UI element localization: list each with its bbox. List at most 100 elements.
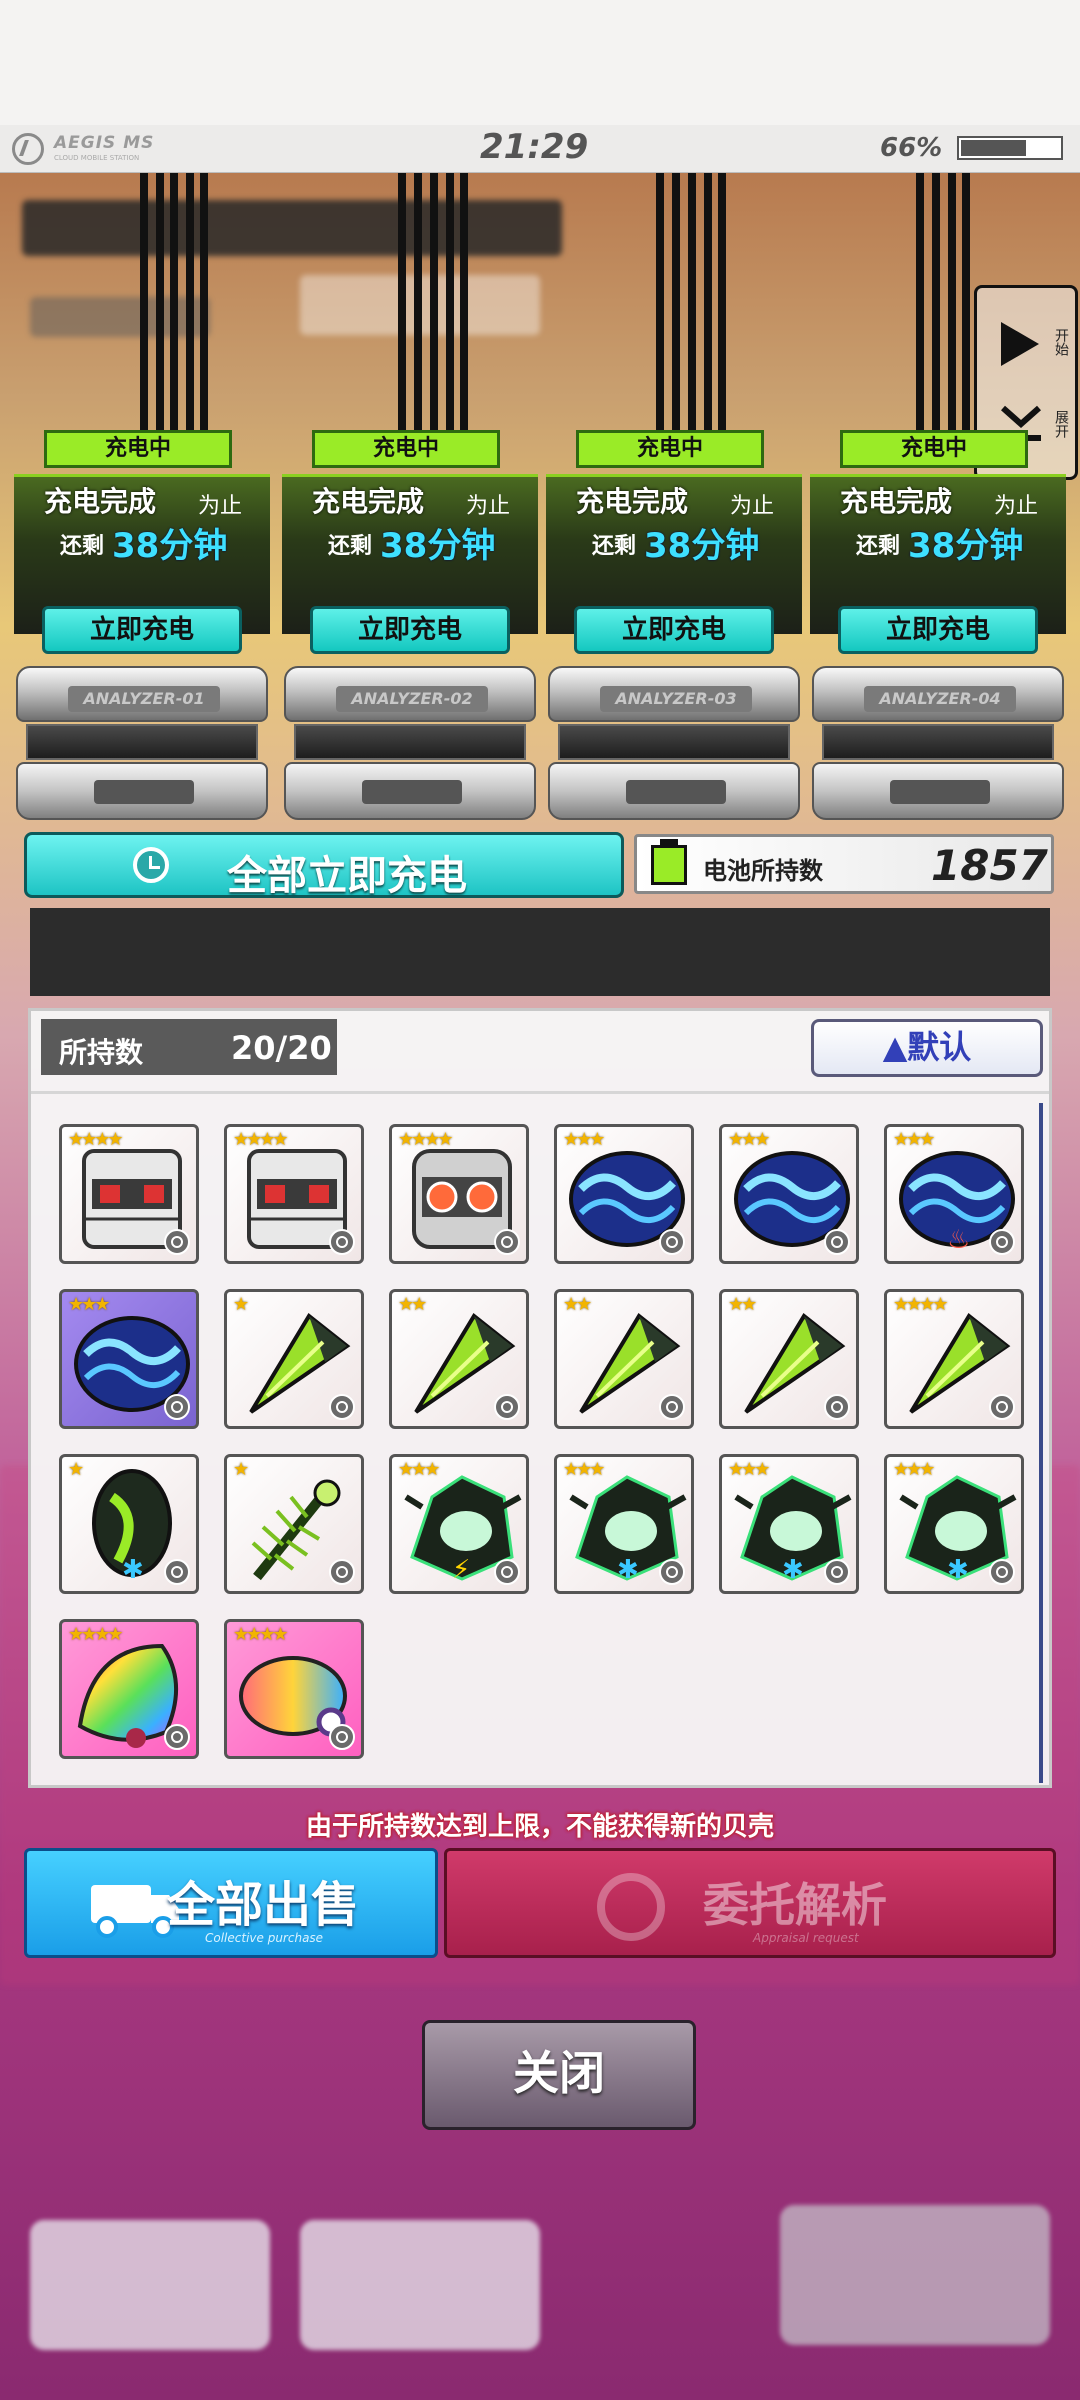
clock-icon — [133, 847, 169, 883]
analyzer-base — [812, 762, 1064, 820]
charge-complete-label: 充电完成 — [312, 485, 425, 518]
blurred-panel — [22, 200, 562, 256]
shell-item[interactable]: ★★★★ — [389, 1124, 529, 1264]
fire-attribute-icon: ♨ — [947, 1225, 971, 1255]
charge-complete-suffix: 为止 — [994, 494, 1039, 519]
battery-stock-label: 电池所持数 — [703, 857, 823, 885]
shell-item[interactable]: ★★★★ — [224, 1124, 364, 1264]
charger-slot: 充电中 充电完成 为止 还剩 38分钟 立即充电 ANALYZER-03 — [546, 430, 802, 830]
shell-item[interactable]: ★★★★ — [224, 1619, 364, 1759]
analyzer-machine[interactable]: ANALYZER-01 — [16, 666, 268, 824]
remaining-label: 还剩 — [60, 534, 105, 559]
zoom-icon[interactable] — [494, 1559, 520, 1585]
zoom-icon[interactable] — [164, 1559, 190, 1585]
zoom-icon[interactable] — [164, 1229, 190, 1255]
shell-item[interactable]: ★★★★ — [59, 1619, 199, 1759]
shell-item[interactable]: ★★★★ — [884, 1289, 1024, 1429]
zoom-icon[interactable] — [164, 1394, 190, 1420]
shell-item[interactable]: ★★★ — [59, 1289, 199, 1429]
sell-all-button[interactable]: 全部出售 Collective purchase — [24, 1848, 438, 1958]
remaining-time: 38分钟 — [908, 526, 1024, 566]
ice-attribute-icon: ✱ — [617, 1555, 639, 1585]
rarity-stars: ★★★★ — [233, 1129, 289, 1150]
remaining-label: 还剩 — [592, 534, 637, 559]
rarity-stars: ★★★ — [563, 1459, 605, 1480]
analyzer-top: ANALYZER-02 — [284, 666, 536, 722]
shell-item[interactable]: ★ — [224, 1289, 364, 1429]
charge-complete-label: 充电完成 — [576, 485, 689, 518]
lightning-attribute-icon: ⚡ — [452, 1555, 471, 1585]
shell-item[interactable]: ★★★ ✱ — [554, 1454, 694, 1594]
ice-attribute-icon: ✱ — [782, 1555, 804, 1585]
analyzer-machine[interactable]: ANALYZER-02 — [284, 666, 536, 824]
analyzer-machine[interactable]: ANALYZER-04 — [812, 666, 1064, 824]
shell-item[interactable]: ★★★ ⚡ — [389, 1454, 529, 1594]
zoom-icon[interactable] — [329, 1724, 355, 1750]
scrollbar[interactable] — [1039, 1103, 1043, 1783]
rarity-stars: ★★★ — [68, 1294, 110, 1315]
charger-slot: 充电中 充电完成 为止 还剩 38分钟 立即充电 ANALYZER-01 — [14, 430, 270, 830]
zoom-icon[interactable] — [494, 1229, 520, 1255]
analyzer-machine[interactable]: ANALYZER-03 — [548, 666, 800, 824]
divider — [31, 1091, 1049, 1094]
zoom-icon[interactable] — [164, 1724, 190, 1750]
zoom-icon[interactable] — [824, 1394, 850, 1420]
zoom-icon[interactable] — [989, 1394, 1015, 1420]
shell-item[interactable]: ★★★ — [554, 1124, 694, 1264]
zoom-icon[interactable] — [989, 1559, 1015, 1585]
play-icon[interactable] — [1001, 322, 1039, 366]
appraise-request-button[interactable]: 委托解析 Appraisal request — [444, 1848, 1056, 1958]
side-start-label[interactable]: 开始 — [1051, 328, 1071, 356]
shell-item[interactable]: ★★ — [554, 1289, 694, 1429]
charge-complete-suffix: 为止 — [466, 494, 511, 519]
shell-item[interactable]: ★ ✱ — [59, 1454, 199, 1594]
charge-all-button[interactable]: 全部立即充电 — [24, 832, 624, 899]
charge-now-button[interactable]: 立即充电 — [574, 606, 774, 654]
analyzer-base — [16, 762, 268, 820]
blurred-menu-button — [300, 2220, 540, 2350]
remaining-label: 还剩 — [856, 534, 901, 559]
shell-item[interactable]: ★★★ ♨ — [884, 1124, 1024, 1264]
zoom-icon[interactable] — [824, 1229, 850, 1255]
analyzer-chamber — [558, 724, 790, 760]
charge-complete-suffix: 为止 — [198, 494, 243, 519]
rarity-stars: ★★★ — [893, 1459, 935, 1480]
zoom-icon[interactable] — [824, 1559, 850, 1585]
ring-icon — [597, 1873, 665, 1941]
remaining-time: 38分钟 — [644, 526, 760, 566]
charge-now-button[interactable]: 立即充电 — [310, 606, 510, 654]
appraise-subtitle: Appraisal request — [753, 1931, 859, 1945]
charger-slot: 充电中 充电完成 为止 还剩 38分钟 立即充电 ANALYZER-02 — [282, 430, 538, 830]
battery-icon — [651, 839, 687, 885]
zoom-icon[interactable] — [659, 1229, 685, 1255]
zoom-icon[interactable] — [989, 1229, 1015, 1255]
charge-now-button[interactable]: 立即充电 — [838, 606, 1038, 654]
shell-item[interactable]: ★★ — [719, 1289, 859, 1429]
zoom-icon[interactable] — [494, 1394, 520, 1420]
zoom-icon[interactable] — [329, 1394, 355, 1420]
charge-complete-label: 充电完成 — [44, 485, 157, 518]
zoom-icon[interactable] — [659, 1559, 685, 1585]
analyzer-base — [548, 762, 800, 820]
shell-item[interactable]: ★★★ ✱ — [884, 1454, 1024, 1594]
shell-item[interactable]: ★★ — [389, 1289, 529, 1429]
system-status-area — [0, 0, 1080, 125]
shell-item[interactable]: ★ — [224, 1454, 364, 1594]
zoom-icon[interactable] — [659, 1394, 685, 1420]
inventory-count-label: 所持数 — [59, 1036, 144, 1069]
remaining-time: 38分钟 — [112, 526, 228, 566]
shell-item[interactable]: ★★★ ✱ — [719, 1454, 859, 1594]
charge-now-button[interactable]: 立即充电 — [42, 606, 242, 654]
blurred-back-button — [30, 2220, 270, 2350]
shell-item[interactable]: ★★★★ — [59, 1124, 199, 1264]
sort-button[interactable]: ▲默认 — [811, 1019, 1043, 1077]
analyzer-label: ANALYZER-04 — [864, 686, 1016, 712]
zoom-icon[interactable] — [329, 1559, 355, 1585]
close-button[interactable]: 关闭 — [422, 2020, 696, 2130]
shell-item[interactable]: ★★★ — [719, 1124, 859, 1264]
analyzer-top: ANALYZER-01 — [16, 666, 268, 722]
zoom-icon[interactable] — [329, 1229, 355, 1255]
analyzer-chamber — [822, 724, 1054, 760]
remaining-time: 38分钟 — [380, 526, 496, 566]
charge-complete-suffix: 为止 — [730, 494, 775, 519]
